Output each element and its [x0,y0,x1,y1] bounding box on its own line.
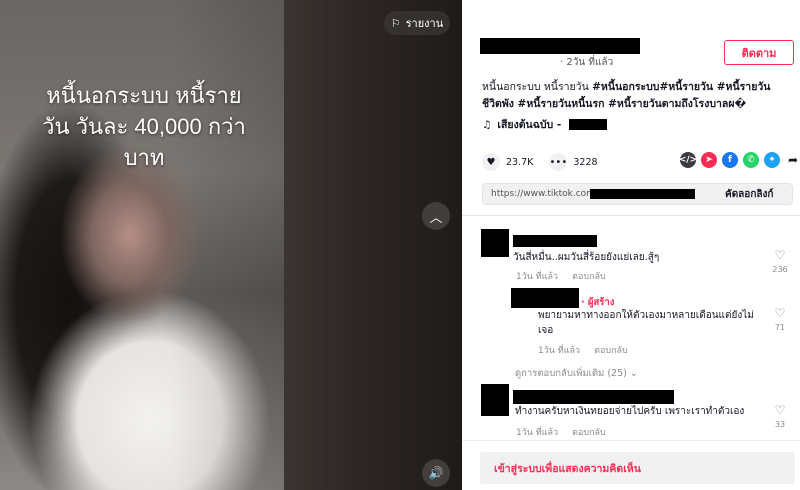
volume-button[interactable]: 🔊 [422,459,450,487]
twitter-icon[interactable]: ✦ [764,152,780,168]
reply-button[interactable]: ตอบกลับ [594,346,628,356]
stats-row: ♥ 23.7K ••• 3228 </> ➤ f ✆ ✦ ➦ [482,152,800,172]
login-prompt[interactable]: เข้าสู่ระบบเพื่อแสดงความคิดเห็น [494,460,641,477]
music-note-icon: ♫ [482,118,492,131]
reply-button[interactable]: ตอบกลับ [572,272,606,282]
comment-time: 1วัน ที่แล้ว [516,428,559,438]
comment-text: ทำงานครับหาเงินทยอยจ่ายไปครับ เพราะเราทำ… [515,406,745,417]
video-description: หนี้นอกระบบ หนี้รายวัน #หนี้นอกระบบ#หนี้… [482,79,782,113]
video-caption-overlay: หนี้นอกระบบ หนี้ราย วัน วันละ 40,000 กว่… [42,83,246,170]
like-stat[interactable]: ♥ 23.7K [482,153,533,171]
comment-text: พยายามหาทางออกให้ตัวเองมาหลายเดือนแต่ยัง… [538,310,754,336]
comment-icon: ••• [549,153,568,171]
avatar[interactable] [481,229,509,257]
comment-like-icon[interactable]: ♡ [770,306,790,320]
previous-video-button[interactable]: ︿ [422,202,450,230]
comment-like-icon[interactable]: ♡ [770,403,790,417]
comment-meta: 1วัน ที่แล้ว ตอบกลับ [538,343,628,357]
link-box: https://www.tiktok.com/@ คัดลอกลิงก์ [482,183,793,205]
commenter-name-redacted[interactable] [513,390,674,404]
music-author-redacted [569,119,608,130]
heart-icon: ♥ [482,153,500,171]
comment-count: 3228 [573,156,598,168]
chevron-up-icon: ︿ [429,210,443,226]
music-row[interactable]: ♫ เสียงต้นฉบับ - [482,116,608,133]
facebook-icon[interactable]: f [722,152,738,168]
link-url[interactable]: https://www.tiktok.com/@ [483,189,695,199]
music-label: เสียงต้นฉบับ - [497,119,562,131]
like-count: 23.7K [506,156,534,168]
comment-like-count: 236 [772,265,788,274]
embed-icon[interactable]: </> [679,152,697,168]
comment-text: วันสี่หมื่น..ผมวันสี่ร้อยยังแย่เลย.สู้ๆ [513,252,660,263]
link-url-redacted [590,189,695,199]
report-label: รายงาน [405,17,444,30]
report-button[interactable]: ⚐ รายงาน [384,11,450,35]
video-frame [0,0,284,490]
copy-link-button[interactable]: คัดลอกลิงก์ [695,187,773,202]
comment-stat[interactable]: ••• 3228 [549,153,598,171]
section-divider [462,215,800,216]
whatsapp-icon[interactable]: ✆ [743,152,759,168]
author-name-redacted[interactable] [480,38,640,54]
comment-meta: 1วัน ที่แล้ว ตอบกลับ [516,425,606,439]
follow-button[interactable]: ติดตาม [724,40,794,65]
login-to-comment-bar[interactable]: เข้าสู่ระบบเพื่อแสดงความคิดเห็น [480,452,795,484]
flag-icon: ⚐ [390,16,401,30]
comment-time: 1วัน ที่แล้ว [538,346,581,356]
share-icons: </> ➤ f ✆ ✦ ➦ [679,152,800,168]
reply-avatar-name-redacted[interactable] [511,288,579,308]
volume-icon: 🔊 [428,466,444,480]
comment-like-count: 33 [774,420,786,429]
post-time: · 2วัน ที่แล้ว [560,57,614,68]
avatar[interactable] [481,384,509,416]
video-player[interactable]: หนี้นอกระบบ หนี้ราย วัน วันละ 40,000 กว่… [0,0,462,490]
share-arrow-icon[interactable]: ➦ [785,152,800,168]
comment-time: 1วัน ที่แล้ว [516,272,559,282]
comment-meta: 1วัน ที่แล้ว ตอบกลับ [516,269,606,283]
bottom-divider [462,440,800,441]
video-blur-background [284,0,462,490]
view-more-replies[interactable]: ดูการตอบกลับเพิ่มเติม (25) ⌄ [515,366,638,381]
description-text: หนี้นอกระบบ หนี้รายวัน [482,81,593,93]
reply-button[interactable]: ตอบกลับ [572,428,606,438]
comment-like-count: 71 [774,323,786,332]
commenter-name-redacted[interactable] [513,235,597,247]
comment-like-icon[interactable]: ♡ [770,248,790,262]
send-icon[interactable]: ➤ [701,152,717,168]
